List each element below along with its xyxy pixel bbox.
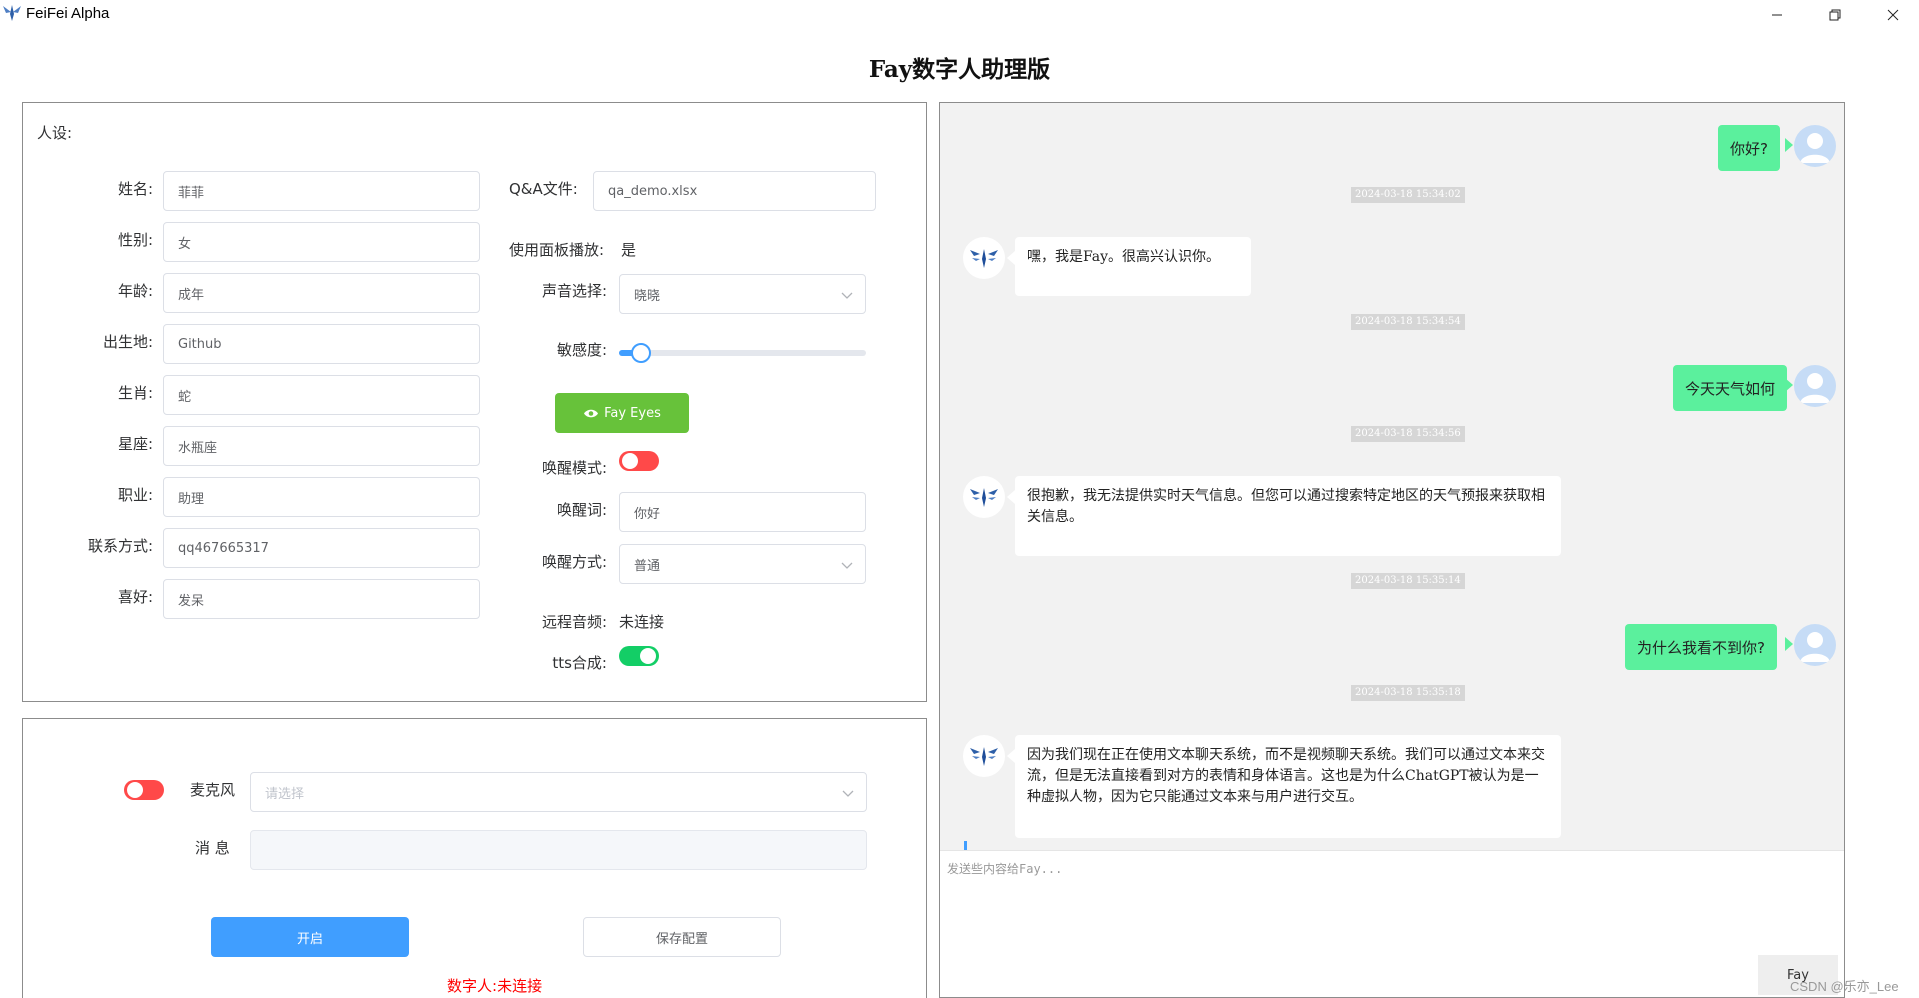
minimize-button[interactable] xyxy=(1754,0,1800,30)
user-avatar xyxy=(1794,624,1836,666)
fay-avatar xyxy=(963,735,1005,777)
fay-message: 嘿，我是Fay。很高兴认识你。 xyxy=(1015,237,1251,296)
remote-audio-label: 远程音频: xyxy=(541,613,607,631)
hobby-label: 喜好: xyxy=(117,588,153,606)
fay-message: 很抱歉，我无法提供实时天气信息。但您可以通过搜索特定地区的天气预报来获取相关信息… xyxy=(1015,476,1561,556)
sensitivity-thumb[interactable] xyxy=(631,343,651,363)
chevron-down-icon xyxy=(841,289,853,304)
app-title: FeiFei Alpha xyxy=(26,5,110,22)
zodiac-input[interactable]: 蛇 xyxy=(163,375,480,415)
control-panel: 麦克风 请选择 消 息 开启 保存配置 数字人:未连接 xyxy=(22,718,927,998)
fay-message: 因为我们现在正在使用文本聊天系统，而不是视频聊天系统。我们可以通过文本来交流，但… xyxy=(1015,735,1561,838)
age-label: 年龄: xyxy=(117,282,153,300)
qa-file-input[interactable]: qa_demo.xlsx xyxy=(593,171,876,211)
birthplace-input[interactable]: Github xyxy=(163,324,480,364)
job-input[interactable]: 助理 xyxy=(163,477,480,517)
restore-icon xyxy=(1829,9,1841,21)
birthplace-label: 出生地: xyxy=(102,333,153,351)
wake-method-label: 唤醒方式: xyxy=(541,553,607,571)
message-time: 2024-03-18 15:35:14 xyxy=(1351,573,1465,589)
age-input[interactable]: 成年 xyxy=(163,273,480,313)
wake-mode-switch[interactable] xyxy=(619,451,659,471)
chat-panel: 你好? 2024-03-18 15:34:02 嘿，我是Fay。很高兴认识你。 … xyxy=(939,102,1845,998)
contact-label: 联系方式: xyxy=(87,537,153,555)
page-title: Fay数字人助理版 xyxy=(868,56,1051,83)
persona-settings-panel: 人设: 姓名: 菲菲 性别: 女 年龄: 成年 出生地: Github 生肖: … xyxy=(22,102,927,702)
message-time: 2024-03-18 15:34:56 xyxy=(1351,426,1465,442)
hobby-input[interactable]: 发呆 xyxy=(163,579,480,619)
tts-label: tts合成: xyxy=(552,654,607,672)
chat-input[interactable]: 发送些内容给Fay... Fay xyxy=(940,850,1844,997)
voice-select[interactable]: 晓晓 xyxy=(619,274,866,314)
sensitivity-label: 敏感度: xyxy=(556,341,607,359)
title-bar: FeiFei Alpha xyxy=(0,0,1919,30)
mic-switch[interactable] xyxy=(124,780,164,800)
persona-heading: 人设: xyxy=(37,124,73,142)
message-time: 2024-03-18 15:34:54 xyxy=(1351,314,1465,330)
gender-input[interactable]: 女 xyxy=(163,222,480,262)
mic-label: 麦克风 xyxy=(190,781,236,799)
restore-button[interactable] xyxy=(1812,0,1858,30)
wake-word-label: 唤醒词: xyxy=(556,501,607,519)
user-message: 为什么我看不到你? xyxy=(1625,624,1777,670)
gender-label: 性别: xyxy=(117,231,153,249)
voice-label: 声音选择: xyxy=(541,282,607,300)
fay-logo-icon xyxy=(2,4,22,22)
minimize-icon xyxy=(1771,9,1783,21)
fay-eyes-button[interactable]: Fay Eyes xyxy=(555,393,689,433)
constellation-input[interactable]: 水瓶座 xyxy=(163,426,480,466)
watermark: CSDN @乐亦_Lee xyxy=(1790,979,1899,994)
chat-input-placeholder: 发送些内容给Fay... xyxy=(947,862,1063,876)
start-button[interactable]: 开启 xyxy=(211,917,409,957)
user-avatar xyxy=(1794,125,1836,167)
wake-word-input[interactable]: 你好 xyxy=(619,492,866,532)
user-message: 今天天气如何 xyxy=(1673,365,1788,411)
constellation-label: 星座: xyxy=(117,435,153,453)
wake-method-select[interactable]: 普通 xyxy=(619,544,866,584)
wake-mode-label: 唤醒模式: xyxy=(541,459,607,477)
message-input[interactable] xyxy=(250,830,867,870)
fay-avatar xyxy=(963,237,1005,279)
user-avatar xyxy=(1794,365,1836,407)
close-button[interactable] xyxy=(1870,0,1916,30)
contact-input[interactable]: qq467665317 xyxy=(163,528,480,568)
zodiac-label: 生肖: xyxy=(117,384,153,402)
chevron-down-icon xyxy=(841,559,853,574)
close-icon xyxy=(1887,9,1899,21)
mic-select[interactable]: 请选择 xyxy=(250,772,867,812)
message-label: 消 息 xyxy=(195,839,230,857)
digital-human-status: 数字人:未连接 xyxy=(447,977,543,995)
save-config-button[interactable]: 保存配置 xyxy=(583,917,781,957)
user-message: 你好? xyxy=(1718,125,1780,171)
message-time: 2024-03-18 15:34:02 xyxy=(1351,187,1465,203)
remote-audio-value: 未连接 xyxy=(619,613,665,631)
tts-switch[interactable] xyxy=(619,646,659,666)
sensitivity-slider[interactable] xyxy=(619,350,866,356)
name-input[interactable]: 菲菲 xyxy=(163,171,480,211)
message-time: 2024-03-18 15:35:18 xyxy=(1351,685,1465,701)
job-label: 职业: xyxy=(117,486,153,504)
eye-icon xyxy=(583,408,599,419)
panel-play-label: 使用面板播放: xyxy=(509,241,605,259)
chevron-down-icon xyxy=(842,787,854,802)
name-label: 姓名: xyxy=(117,180,153,198)
qa-file-label: Q&A文件: xyxy=(509,180,578,198)
panel-play-value: 是 xyxy=(621,241,637,259)
fay-avatar xyxy=(963,476,1005,518)
